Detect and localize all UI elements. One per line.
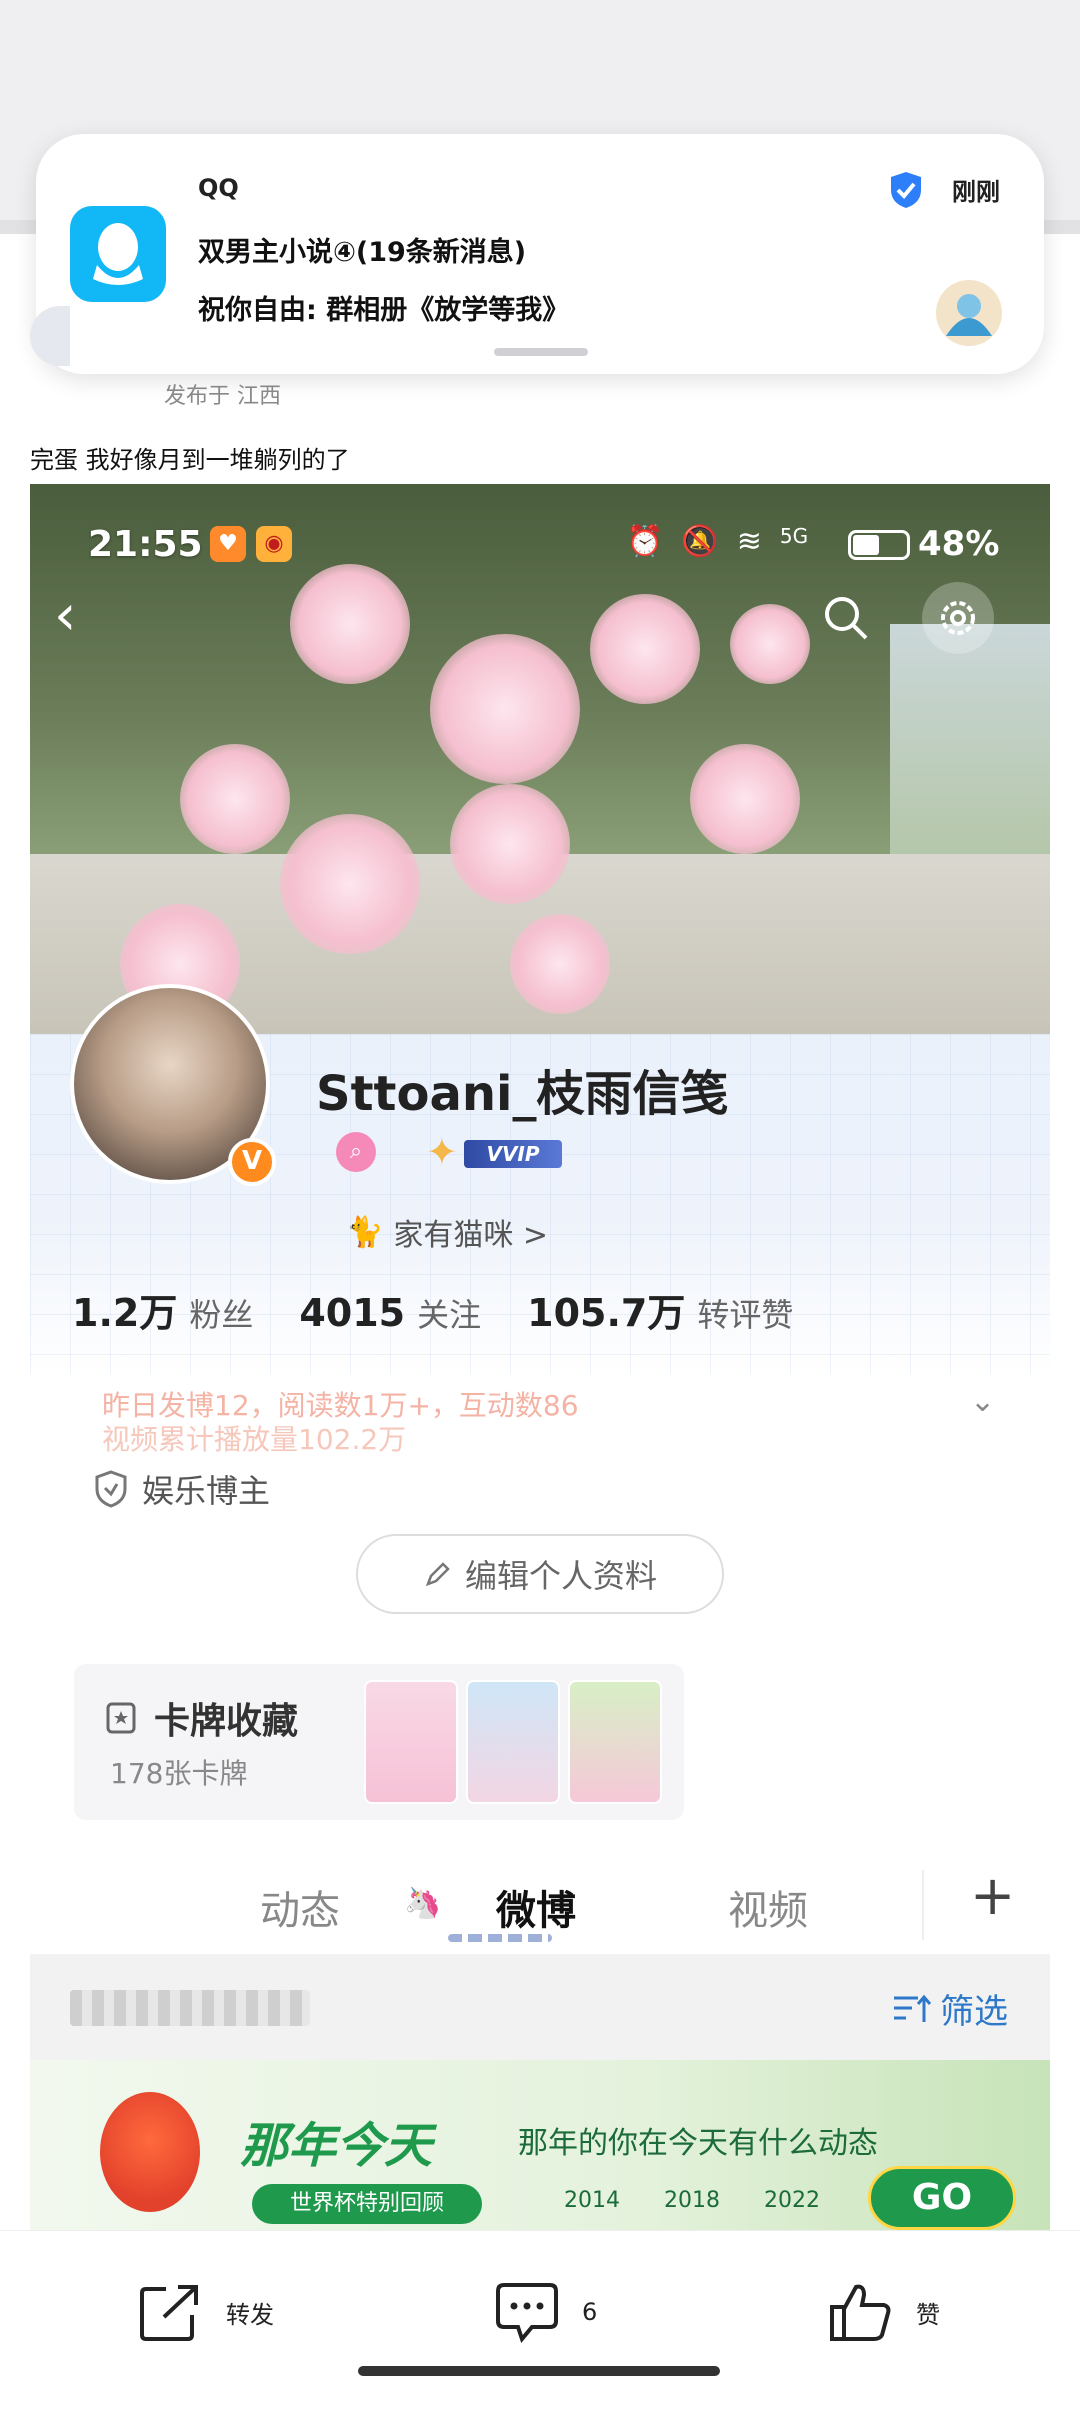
edit-profile-label: 编辑个人资料 bbox=[464, 1557, 657, 1595]
chevron-down-icon[interactable]: ⌄ bbox=[970, 1384, 995, 1419]
card-star-icon bbox=[106, 1702, 136, 1734]
comment-button[interactable]: 6 bbox=[494, 2281, 597, 2343]
tab-divider bbox=[922, 1870, 924, 1940]
notification-app-name: QQ bbox=[198, 174, 239, 202]
sender-avatar bbox=[936, 280, 1002, 346]
like-label: 赞 bbox=[916, 2300, 940, 2329]
wifi-icon: ≋ bbox=[736, 524, 762, 559]
notification-drag-handle[interactable] bbox=[494, 348, 588, 356]
card-collection-title: 卡牌收藏 bbox=[104, 1692, 298, 1744]
engagement-label: 转评赞 bbox=[697, 1296, 794, 1334]
comment-icon bbox=[496, 2283, 558, 2343]
share-icon bbox=[140, 2285, 198, 2341]
tab-dynamics[interactable]: 动态 bbox=[260, 1878, 340, 1936]
battery-percent: 48% bbox=[918, 524, 1000, 564]
role-label: 娱乐博主 bbox=[142, 1472, 271, 1510]
memories-banner[interactable]: 那年今天 那年的你在今天有什么动态 世界杯特别回顾 2014 2018 2022… bbox=[30, 2060, 1050, 2234]
worldcup-pill: 世界杯特别回顾 bbox=[252, 2184, 482, 2224]
followers-count[interactable]: 1.2万 bbox=[72, 1282, 177, 1337]
status-bar-icons: ⏰ 🔕 ≋ 5G bbox=[626, 524, 808, 559]
profile-tag-label: 家有猫咪 > bbox=[393, 1218, 549, 1253]
battery-icon bbox=[848, 530, 910, 560]
post-location: 发布于 江西 bbox=[164, 384, 281, 409]
banner-year: 2018 bbox=[664, 2188, 720, 2213]
add-tab-icon[interactable]: + bbox=[970, 1864, 1015, 1927]
mute-icon: 🔕 bbox=[681, 524, 719, 559]
verified-badge-icon: V bbox=[228, 1138, 276, 1186]
filter-icon bbox=[894, 1994, 932, 2022]
weibo-icon: ◉ bbox=[256, 526, 292, 562]
vvip-badge[interactable]: ✦ VVIP bbox=[426, 1132, 566, 1172]
tab-video[interactable]: 视频 bbox=[728, 1878, 808, 1936]
thumbs-up-icon bbox=[830, 2284, 891, 2341]
engagement-count[interactable]: 105.7万 bbox=[527, 1282, 685, 1337]
bottom-action-bar: 转发 6 赞 bbox=[0, 2230, 1080, 2412]
alarm-icon: ⏰ bbox=[626, 524, 664, 559]
cat-icon: 🐈 bbox=[346, 1214, 384, 1250]
back-arrow-icon[interactable]: ‹ bbox=[54, 586, 104, 646]
role-badge: 娱乐博主 bbox=[94, 1466, 270, 1512]
banner-subtitle: 那年的你在今天有什么动态 bbox=[518, 2126, 878, 2161]
profile-tabs: 动态 🦄 微博 视频 + bbox=[30, 1860, 1050, 1950]
edit-profile-button[interactable]: 编辑个人资料 bbox=[356, 1534, 724, 1614]
comment-count: 6 bbox=[582, 2298, 598, 2326]
filter-bar: 筛选 bbox=[30, 1954, 1050, 2060]
search-badge-icon[interactable]: ⌕ bbox=[336, 1132, 376, 1172]
notification-time: 刚刚 bbox=[952, 178, 1000, 206]
banner-year: 2014 bbox=[564, 2188, 620, 2213]
go-button[interactable]: GO bbox=[868, 2166, 1016, 2230]
shield-check-icon bbox=[891, 172, 921, 208]
pencil-icon bbox=[425, 1562, 450, 1587]
repost-button[interactable]: 转发 bbox=[138, 2281, 274, 2343]
search-icon[interactable] bbox=[818, 590, 874, 646]
filter-button[interactable]: 筛选 bbox=[892, 1984, 1008, 2033]
profile-cover-photo bbox=[30, 484, 1050, 1044]
unicorn-icon: 🦄 bbox=[404, 1886, 442, 1921]
video-summary: 视频累计播放量102.2万 bbox=[102, 1423, 407, 1456]
card-thumbnail[interactable] bbox=[568, 1680, 662, 1804]
card-thumbnail[interactable] bbox=[466, 1680, 560, 1804]
following-count[interactable]: 4015 bbox=[299, 1291, 405, 1335]
notification-body: 祝你自由: 群相册《放学等我》 bbox=[198, 295, 570, 326]
like-button[interactable]: 赞 bbox=[828, 2281, 940, 2343]
card-collection-count: 178张卡牌 bbox=[110, 1757, 248, 1790]
vip-label: VVIP bbox=[464, 1140, 562, 1168]
status-bar-time: 21:55 bbox=[88, 524, 203, 565]
gear-icon[interactable] bbox=[922, 582, 994, 654]
signal-icon: 5G bbox=[779, 524, 809, 548]
followers-label: 粉丝 bbox=[189, 1296, 254, 1334]
repost-label: 转发 bbox=[226, 2300, 274, 2329]
qq-notification[interactable]: QQ 双男主小说④(19条新消息) 祝你自由: 群相册《放学等我》 刚刚 bbox=[36, 134, 1044, 374]
card-thumbnail[interactable] bbox=[364, 1680, 458, 1804]
blurred-text bbox=[70, 1990, 310, 2026]
following-label: 关注 bbox=[417, 1296, 482, 1334]
notification-title: 双男主小说④(19条新消息) bbox=[198, 237, 527, 268]
active-tab-indicator bbox=[448, 1934, 552, 1942]
profile-stats: 1.2万 粉丝 4015 关注 105.7万 转评赞 bbox=[72, 1282, 839, 1337]
username: Sttoani_枝雨信笺 bbox=[316, 1066, 729, 1122]
shield-icon bbox=[95, 1470, 127, 1508]
profile-tag[interactable]: 🐈 家有猫咪 > bbox=[346, 1210, 548, 1254]
banner-year: 2022 bbox=[764, 2188, 820, 2213]
qq-app-icon bbox=[70, 206, 166, 302]
notification-heart-icon: ♥ bbox=[210, 526, 246, 562]
post-text: 完蛋 我好像月到一堆躺列的了 bbox=[30, 446, 350, 474]
post-image[interactable]: 21:55 ♥ ◉ ⏰ 🔕 ≋ 5G 48% ‹ V Sttoani_枝雨信笺 … bbox=[30, 484, 1050, 2234]
home-indicator[interactable] bbox=[358, 2366, 720, 2376]
mascot-icon bbox=[100, 2092, 200, 2212]
tab-weibo[interactable]: 微博 bbox=[496, 1878, 576, 1936]
banner-title: 那年今天 bbox=[240, 2118, 433, 2174]
filter-label: 筛选 bbox=[940, 1992, 1008, 2032]
